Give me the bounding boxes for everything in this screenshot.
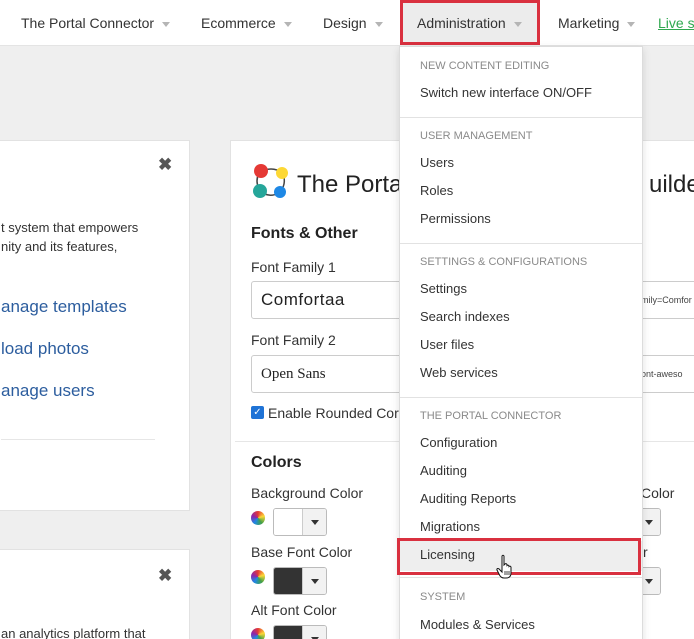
menu-item-web-services[interactable]: Web services <box>420 365 498 380</box>
administration-dropdown-menu: NEW CONTENT EDITING Switch new interface… <box>399 46 643 639</box>
close-icon[interactable]: ✖ <box>158 566 172 586</box>
base-font-color-picker[interactable] <box>273 567 327 595</box>
divider <box>1 439 155 440</box>
chevron-down-icon <box>162 21 171 27</box>
manage-users-link[interactable]: anage users <box>1 381 95 401</box>
menu-item-users[interactable]: Users <box>420 155 454 170</box>
top-navigation: The Portal Connector Ecommerce Design Ad… <box>0 0 694 46</box>
builder-title-right: uilde <box>649 171 694 198</box>
divider <box>400 243 642 244</box>
divider <box>400 397 642 398</box>
chevron-down-icon <box>283 21 292 27</box>
chevron-down-icon <box>513 21 522 27</box>
panel-description-line: an analytics platform that <box>1 626 146 639</box>
left-analytics-panel: ✖ an analytics platform that <box>0 549 190 639</box>
menu-item-migrations[interactable]: Migrations <box>420 519 480 534</box>
alt-font-color-picker[interactable] <box>273 625 327 639</box>
chevron-down-icon <box>374 21 383 27</box>
nav-item-portal-connector[interactable]: The Portal Connector <box>21 0 171 46</box>
color-wheel-icon[interactable] <box>251 511 265 525</box>
section-heading-system: SYSTEM <box>420 591 466 603</box>
divider <box>400 117 642 118</box>
nav-label: Design <box>323 15 367 31</box>
nav-label: Ecommerce <box>201 15 276 31</box>
menu-item-auditing-reports[interactable]: Auditing Reports <box>420 491 516 506</box>
font-family-1-url: mily=Comfor <box>641 295 692 305</box>
font-family-1-url-input[interactable]: mily=Comfor <box>636 281 694 319</box>
section-heading-new-content: NEW CONTENT EDITING <box>420 60 550 72</box>
fonts-heading: Fonts & Other <box>251 225 358 242</box>
background-color-label: Background Color <box>251 485 364 501</box>
live-site-link[interactable]: Live si <box>658 0 694 46</box>
rounded-corners-checkbox[interactable]: ✓ <box>251 406 264 419</box>
chevron-down-icon <box>302 626 326 639</box>
font-family-1-label: Font Family 1 <box>251 259 336 275</box>
menu-item-configuration[interactable]: Configuration <box>420 435 497 450</box>
section-heading-user-management: USER MANAGEMENT <box>420 130 533 142</box>
font-family-1-value: Comfortaa <box>261 290 345 309</box>
font-family-2-url-input[interactable]: ont-aweso <box>636 355 694 393</box>
menu-item-auditing[interactable]: Auditing <box>420 463 467 478</box>
chevron-down-icon <box>302 509 326 535</box>
left-info-panel: ✖ t system that empowers nity and its fe… <box>0 140 190 511</box>
nav-label: Administration <box>417 15 506 31</box>
base-font-color-label: Base Font Color <box>251 544 353 560</box>
alt-font-color-label: Alt Font Color <box>251 602 337 618</box>
color-wheel-icon[interactable] <box>251 628 265 639</box>
panel-description-line: nity and its features, <box>1 239 118 254</box>
nav-label: The Portal Connector <box>21 15 155 31</box>
section-heading-portal-connector: THE PORTAL CONNECTOR <box>420 410 562 422</box>
chevron-down-icon <box>627 21 636 27</box>
colors-heading: Colors <box>251 454 302 471</box>
nav-item-administration[interactable]: Administration <box>400 0 540 46</box>
panel-description-line: t system that empowers <box>1 220 139 235</box>
menu-item-switch-interface[interactable]: Switch new interface ON/OFF <box>420 85 592 100</box>
color-chip <box>274 626 302 639</box>
builder-title: The Porta <box>297 171 403 198</box>
menu-item-modules-services[interactable]: Modules & Services <box>420 617 535 632</box>
menu-item-permissions[interactable]: Permissions <box>420 211 491 226</box>
nav-item-ecommerce[interactable]: Ecommerce <box>201 0 292 46</box>
color-chip <box>274 568 302 594</box>
menu-item-roles[interactable]: Roles <box>420 183 453 198</box>
menu-item-settings[interactable]: Settings <box>420 281 467 296</box>
nav-item-design[interactable]: Design <box>323 0 383 46</box>
close-icon[interactable]: ✖ <box>158 155 172 175</box>
color-chip <box>274 509 302 535</box>
menu-item-search-indexes[interactable]: Search indexes <box>420 309 510 324</box>
nav-label: Marketing <box>558 15 620 31</box>
chevron-down-icon <box>302 568 326 594</box>
menu-item-licensing[interactable]: Licensing <box>420 547 475 562</box>
nav-item-marketing[interactable]: Marketing <box>558 0 636 46</box>
divider <box>400 577 642 578</box>
font-family-2-input[interactable]: Open Sans <box>251 355 421 393</box>
font-family-2-url: ont-aweso <box>641 369 683 379</box>
upload-photos-link[interactable]: load photos <box>1 339 89 359</box>
color-wheel-icon[interactable] <box>251 570 265 584</box>
portal-connector-logo <box>253 164 288 198</box>
hand-cursor-icon <box>496 554 512 579</box>
background-color-picker[interactable] <box>273 508 327 536</box>
right-color-label-2: r <box>643 544 648 560</box>
manage-templates-link[interactable]: anage templates <box>1 297 127 317</box>
font-family-2-value: Open Sans <box>261 365 326 382</box>
font-family-1-input[interactable]: Comfortaa <box>251 281 421 319</box>
menu-item-user-files[interactable]: User files <box>420 337 474 352</box>
section-heading-settings: SETTINGS & CONFIGURATIONS <box>420 256 588 268</box>
rounded-corners-label: Enable Rounded Cor <box>268 405 399 421</box>
live-site-label: Live si <box>658 15 694 31</box>
font-family-2-label: Font Family 2 <box>251 332 336 348</box>
right-color-label: Color <box>641 485 675 501</box>
